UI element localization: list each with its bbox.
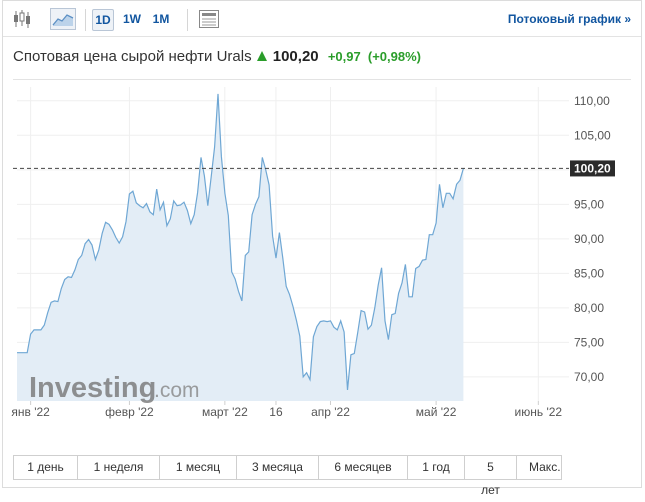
range-5-years-button[interactable]: 5 лет [465, 456, 517, 497]
instrument-name: Спотовая цена сырой нефти Urals [13, 48, 252, 65]
chart-widget: 1D 1W 1M Потоковый график » Спотовая цен… [2, 0, 642, 497]
y-tick-label: 110,00 [574, 94, 610, 108]
watermark-suffix: .com [154, 379, 200, 402]
range-1-month-button[interactable]: 1 месяц [160, 456, 237, 479]
price-chart[interactable]: 100,20 110,00 105,00 95,00 90,00 85,00 80,00 7… [3, 81, 639, 421]
x-tick-label: май '22 [416, 405, 457, 419]
candlestick-icon[interactable] [11, 8, 33, 30]
current-price: 100,20 [272, 48, 319, 65]
price-change: +0,97 [327, 49, 361, 64]
header-divider [13, 79, 631, 80]
toolbar-separator [187, 9, 188, 31]
toolbar-separator [85, 9, 86, 31]
y-tick-label: 75,00 [574, 335, 604, 349]
x-tick-label: апр '22 [311, 405, 350, 419]
range-max-button[interactable]: Макс. [517, 456, 561, 479]
y-tick-label: 95,00 [574, 197, 604, 211]
x-tick-label: 16 [269, 405, 283, 419]
y-tick-label: 70,00 [574, 370, 604, 384]
chart-toolbar: 1D 1W 1M Потоковый график » [3, 1, 641, 37]
range-selector: 1 день 1 неделя 1 месяц 3 месяца 6 месяц… [13, 455, 562, 497]
instrument-header: Спотовая цена сырой нефти Urals 100,20 +… [13, 48, 421, 65]
range-1-day-button[interactable]: 1 день [14, 456, 78, 479]
range-1-week-button[interactable]: 1 неделя [78, 456, 160, 479]
x-tick-label: июнь '22 [515, 405, 563, 419]
y-tick-label: 85,00 [574, 266, 604, 280]
y-axis-ticks: 110,00 105,00 95,00 90,00 85,00 80,00 75,00 70,… [574, 94, 611, 384]
watermark-main: Investing [29, 372, 156, 404]
area-chart-icon[interactable] [50, 8, 76, 30]
x-tick-label: февр '22 [105, 405, 154, 419]
y-tick-label: 80,00 [574, 301, 604, 315]
period-1w-button[interactable]: 1W [120, 9, 144, 31]
x-tick-label: янв '22 [11, 405, 50, 419]
range-6-months-button[interactable]: 6 месяцев [319, 456, 408, 479]
arrow-up-icon [256, 51, 267, 61]
range-1-year-button[interactable]: 1 год [408, 456, 465, 479]
period-1m-button[interactable]: 1M [150, 9, 172, 31]
stream-chart-link[interactable]: Потоковый график » [508, 12, 631, 26]
x-tick-label: март '22 [202, 405, 248, 419]
y-tick-label: 90,00 [574, 232, 604, 246]
price-change-percent: (+0,98%) [367, 49, 422, 64]
range-3-months-button[interactable]: 3 месяца [237, 456, 319, 479]
y-tick-label: 105,00 [574, 128, 611, 142]
last-price-label: 100,20 [570, 160, 615, 177]
last-price-label-text: 100,20 [574, 161, 611, 175]
period-1d-button[interactable]: 1D [92, 9, 114, 31]
news-icon[interactable] [197, 8, 221, 30]
